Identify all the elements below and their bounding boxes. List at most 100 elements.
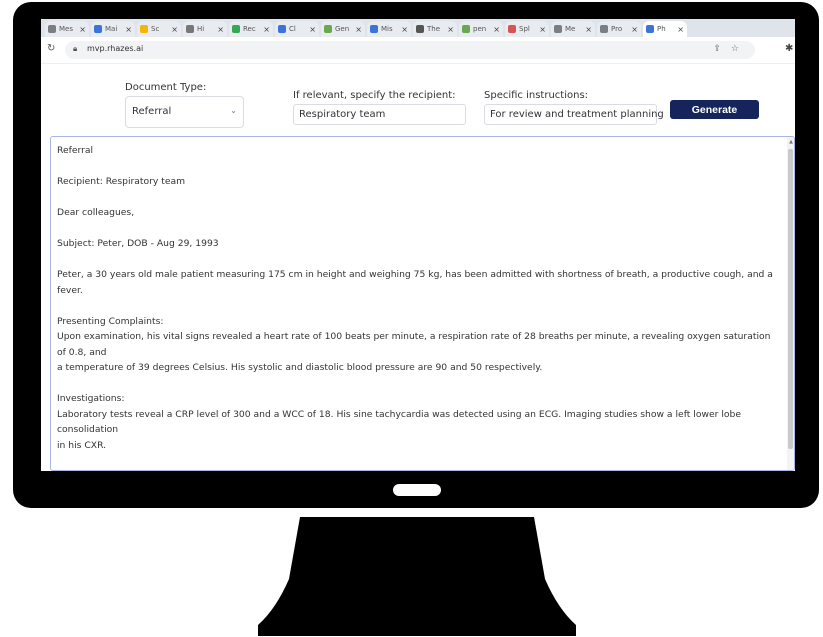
browser-tab[interactable]: Cl × [275,21,319,37]
document-line: Investigations: [57,393,125,404]
tab-title: The [427,25,441,33]
document-line: Dear colleagues, [57,207,135,218]
tab-favicon-icon [600,25,608,33]
generate-button[interactable]: Generate [670,100,759,119]
tab-favicon-icon [278,25,286,33]
document-line: a temperature of 39 degrees Celsius. His… [57,362,543,373]
close-tab-icon[interactable]: × [79,25,86,34]
tab-title: Mis [381,25,393,33]
tab-title: Rec [243,25,256,33]
browser-tab[interactable]: Gen × [321,21,365,37]
address-bar-row: ↻ 🔒︎ mvp.rhazes.ai ⇪ ☆ [41,37,795,64]
browser-tab[interactable]: Ph × [643,21,687,37]
tab-title: Mai [105,25,118,33]
tab-title: pen [473,25,487,33]
tab-favicon-icon [94,25,102,33]
share-icon[interactable]: ⇪ [713,44,721,54]
document-line: Referral [57,145,94,156]
close-tab-icon[interactable]: × [355,25,362,34]
browser-tab[interactable]: Hi × [183,21,227,37]
close-tab-icon[interactable]: × [171,25,178,34]
tab-favicon-icon [140,25,148,33]
browser-tab[interactable]: The × [413,21,457,37]
tab-title: Ph [657,25,666,33]
browser-tab[interactable]: Mes × [45,21,89,37]
scrollbar-thumb[interactable] [788,149,793,449]
instructions-input-value: For review and treatment planning [490,109,664,120]
tab-favicon-icon [186,25,194,33]
document-line: Peter, a 30 years old male patient measu… [57,269,773,296]
instructions-input[interactable]: For review and treatment planning [484,104,664,125]
browser-tab[interactable]: Spl × [505,21,549,37]
close-tab-icon[interactable]: × [447,25,454,34]
tab-favicon-icon [646,25,654,33]
tab-title: Sc [151,25,160,33]
tab-strip: Mes × Mai × Sc × Hi × Rec × Cl × Gen × Mis × The × pen × Spl… [41,19,795,37]
browser-tab[interactable]: Pro × [597,21,641,37]
close-tab-icon[interactable]: × [631,25,638,34]
tab-favicon-icon [324,25,332,33]
screen: Mes × Mai × Sc × Hi × Rec × Cl × Gen × Mis × The × pen × Spl… [41,19,795,471]
close-tab-icon[interactable]: × [677,25,684,34]
lock-icon[interactable]: 🔒︎ [73,44,77,54]
document-line: Subject: Peter, DOB - Aug 29, 1993 [57,238,219,249]
scrollbar-track[interactable]: ▲ [787,137,794,470]
document-line: in his CXR. [57,439,107,451]
bookmark-star-icon[interactable]: ☆ [731,44,739,54]
document-line [57,376,782,392]
close-tab-icon[interactable]: × [309,25,316,34]
browser-tab[interactable]: Rec × [229,21,273,37]
document-line [57,252,782,268]
tab-title: Pro [611,25,623,33]
document-type-label: Document Type: [125,82,207,93]
browser-tab[interactable]: pen × [459,21,503,37]
tab-favicon-icon [554,25,562,33]
recipient-label: If relevant, specify the recipient: [293,90,456,101]
document-line [57,453,782,469]
recipient-input-value: Respiratory team [299,109,386,120]
tab-favicon-icon [416,25,424,33]
document-line [57,298,782,314]
document-line: Presenting Complaints: [57,315,164,327]
close-tab-icon[interactable]: × [217,25,224,34]
tab-title: Cl [289,25,296,33]
browser-tab[interactable]: Sc × [137,21,181,37]
tab-title: Mes [59,25,73,33]
document-text: Referral Recipient: Respiratory team Dear … [57,143,782,470]
close-tab-icon[interactable]: × [263,25,270,34]
close-tab-icon[interactable]: × [493,25,500,34]
reload-icon[interactable]: ↻ [47,43,55,54]
monitor-stand [258,517,576,636]
browser-tab[interactable]: Me × [551,21,595,37]
recipient-input[interactable]: Respiratory team [293,104,466,125]
tab-favicon-icon [232,25,240,33]
document-line [57,221,782,237]
tab-title: Hi [197,25,205,33]
extensions-puzzle-icon[interactable]: ✱ [785,43,795,54]
tab-favicon-icon [462,25,470,33]
generated-document-textarea[interactable]: Referral Recipient: Respiratory team Dear … [50,136,795,471]
document-type-select[interactable]: Referral ⌄ [125,96,244,128]
browser-tab[interactable]: Mai × [91,21,135,37]
chevron-down-icon: ⌄ [230,106,237,115]
document-line: Upon examination, his vital signs reveal… [57,331,771,358]
close-tab-icon[interactable]: × [401,25,408,34]
browser-tab[interactable]: Mis × [367,21,411,37]
monitor-power-button [393,484,441,496]
url-text[interactable]: mvp.rhazes.ai [87,44,143,53]
tab-favicon-icon [48,25,56,33]
close-tab-icon[interactable]: × [539,25,546,34]
address-bar[interactable]: 🔒︎ mvp.rhazes.ai ⇪ ☆ [65,41,755,59]
tab-favicon-icon [508,25,516,33]
scroll-up-arrow-icon[interactable]: ▲ [789,139,793,145]
tab-title: Gen [335,25,350,33]
close-tab-icon[interactable]: × [585,25,592,34]
document-line: Laboratory tests reveal a CRP level of 3… [57,408,741,436]
close-tab-icon[interactable]: × [125,25,132,34]
document-type-value: Referral [132,106,172,117]
document-line: Recipient: Respiratory team [57,176,186,187]
tab-title: Me [565,25,576,33]
document-line [57,190,782,206]
document-line [57,159,782,175]
tab-title: Spl [519,25,530,33]
